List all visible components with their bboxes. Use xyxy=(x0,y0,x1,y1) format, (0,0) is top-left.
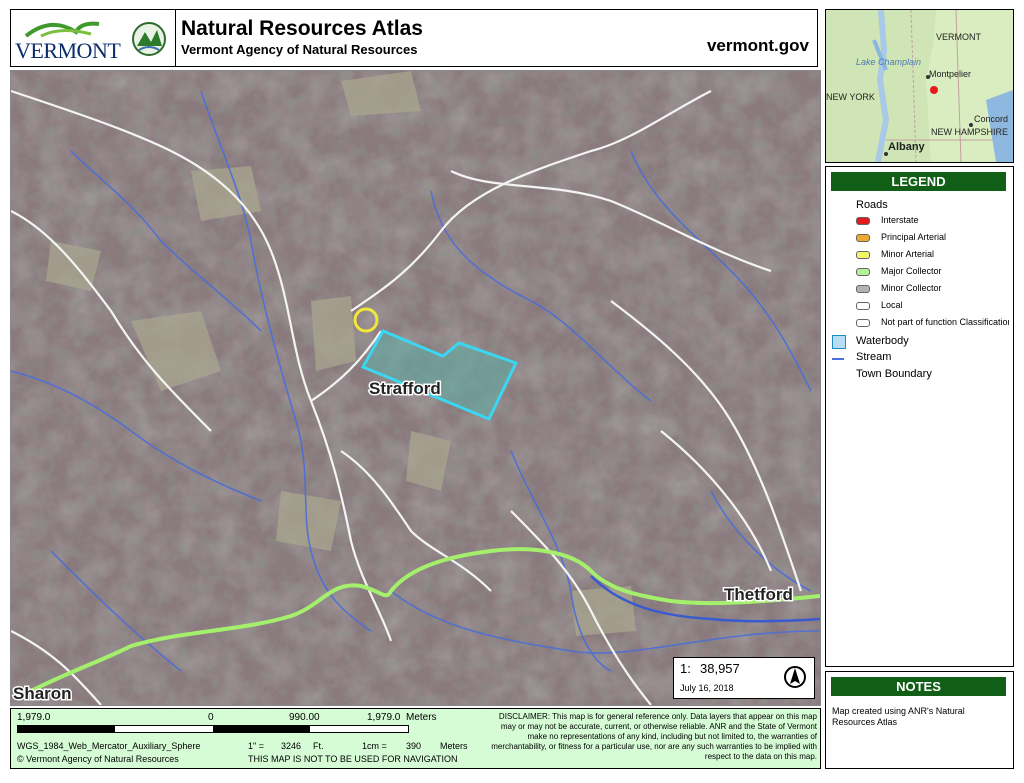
legend-road-swatch-icon xyxy=(856,234,870,242)
map-view[interactable]: Strafford Thetford Sharon 1: 38,957 July… xyxy=(10,70,821,706)
footer-panel: 1,979.0 0 990.00 1,979.0 Meters WGS_1984… xyxy=(10,708,821,769)
cm-scale-unit: Meters xyxy=(440,741,468,751)
scale-unit: Meters xyxy=(406,712,437,723)
inset-label-vermont: VERMONT xyxy=(936,32,982,42)
scale-right-value: 1,979.0 xyxy=(367,712,401,723)
legend-road-swatch-icon xyxy=(856,251,870,259)
notes-title: NOTES xyxy=(831,677,1006,696)
legend-road-swatch-icon xyxy=(856,268,870,276)
logo-area: VERMONT xyxy=(11,10,176,66)
scale-ratio: 38,957 xyxy=(700,661,740,676)
cm-scale-label: 1cm = xyxy=(362,741,387,751)
copyright-text: © Vermont Agency of Natural Resources xyxy=(17,754,179,764)
inset-label-concord: Concord xyxy=(974,114,1008,124)
legend-road-label: Principal Arterial xyxy=(881,232,947,242)
projection-text: WGS_1984_Web_Mercator_Auxiliary_Sphere xyxy=(17,741,201,751)
inset-label-new-york: NEW YORK xyxy=(826,92,875,102)
page-title: Natural Resources Atlas xyxy=(181,17,423,40)
inset-map[interactable]: VERMONT Lake Champlain Montpelier NEW YO… xyxy=(825,9,1014,163)
stream-swatch-icon xyxy=(832,358,844,360)
inch-scale-value: 3246 xyxy=(281,741,302,751)
north-arrow-icon xyxy=(784,666,806,688)
legend-road-swatch-icon xyxy=(856,217,870,225)
inset-label-montpelier: Montpelier xyxy=(929,69,971,79)
town-label-strafford: Strafford xyxy=(369,379,441,398)
disclaimer-text: DISCLAIMER: This map is for general refe… xyxy=(491,712,817,761)
notes-panel: NOTES Map created using ANR's Natural Re… xyxy=(825,671,1014,769)
inch-scale-label: 1" = xyxy=(248,741,264,751)
navigation-warning: THIS MAP IS NOT TO BE USED FOR NAVIGATIO… xyxy=(248,754,458,764)
legend-title: LEGEND xyxy=(831,172,1006,191)
town-label-thetford: Thetford xyxy=(724,585,793,604)
site-link[interactable]: vermont.gov xyxy=(707,36,809,56)
legend-road-swatch-icon xyxy=(856,319,870,327)
legend-town-boundary: Town Boundary xyxy=(856,368,932,380)
town-label-sharon: Sharon xyxy=(13,684,72,703)
current-location-dot-icon xyxy=(930,86,938,94)
scale-prefix: 1: xyxy=(680,661,691,676)
legend-road-label: Interstate xyxy=(881,215,919,225)
legend-road-swatch-icon xyxy=(856,302,870,310)
inset-label-lake: Lake Champlain xyxy=(856,57,921,67)
inset-label-albany: Albany xyxy=(888,141,926,153)
legend-panel: LEGEND Roads Interstate Principal Arteria… xyxy=(825,166,1014,667)
scale-left-value: 1,979.0 xyxy=(17,712,51,723)
waterbody-swatch-icon xyxy=(832,335,846,349)
legend-stream: Stream xyxy=(856,351,892,363)
vermont-logo-text: VERMONT xyxy=(15,38,121,63)
inset-map-graphic: VERMONT Lake Champlain Montpelier NEW YO… xyxy=(826,10,1013,162)
legend-road-label: Not part of function Classification S xyxy=(881,317,1009,327)
cm-scale-value: 390 xyxy=(406,741,422,751)
legend-roads-heading: Roads xyxy=(856,199,888,211)
inch-scale-unit: Ft. xyxy=(313,741,324,751)
scale-zero-value: 0 xyxy=(208,712,214,723)
notes-text: Map created using ANR's Natural Resource… xyxy=(832,706,965,727)
legend-road-label: Local xyxy=(881,300,903,310)
legend-waterbody: Waterbody xyxy=(856,335,909,347)
map-date: July 16, 2018 xyxy=(680,683,734,693)
legend-road-label: Minor Arterial xyxy=(881,249,935,259)
page-subtitle: Vermont Agency of Natural Resources xyxy=(181,42,418,57)
inset-label-new-hampshire: NEW HAMPSHIRE xyxy=(931,127,1008,137)
legend-road-label: Minor Collector xyxy=(881,283,942,293)
anr-seal-icon xyxy=(132,22,166,56)
aerial-map[interactable]: Strafford Thetford Sharon xyxy=(11,71,820,705)
scale-mid-value: 990.00 xyxy=(289,712,320,723)
header: VERMONT Natural Resources Atlas Vermont … xyxy=(10,9,818,67)
scale-bar xyxy=(17,725,409,733)
legend-road-label: Major Collector xyxy=(881,266,942,276)
legend-road-swatch-icon xyxy=(856,285,870,293)
scale-box: 1: 38,957 July 16, 2018 xyxy=(673,657,815,699)
